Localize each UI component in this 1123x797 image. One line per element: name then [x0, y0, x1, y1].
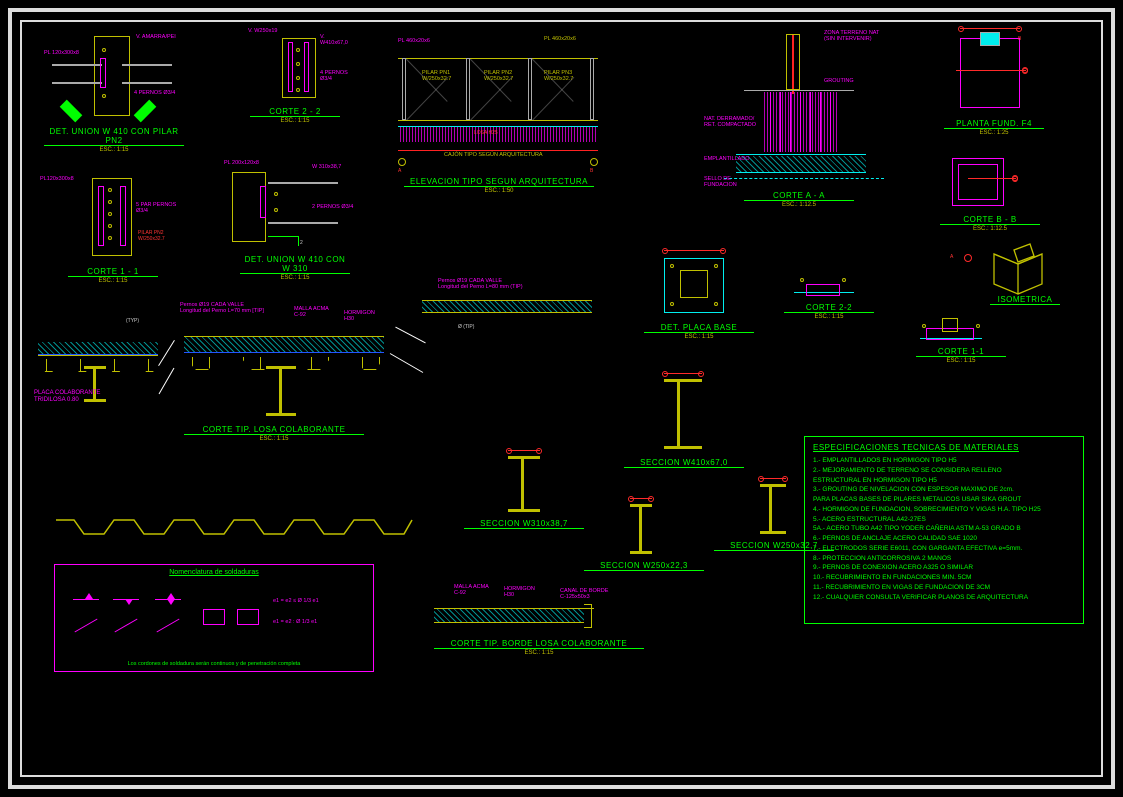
spec-line: 11.- RECUBRIMIENTO EN VIGAS DE FUNDACION… [813, 583, 1075, 593]
title-corte-b-b: CORTE B - B [940, 215, 1040, 225]
title-corte-2-2: CORTE 2 - 2 [250, 107, 340, 117]
detail-isometrica: A ISOMETRICA [984, 240, 1074, 296]
spec-line: 5.- ACERO ESTRUCTURAL A42-27ES [813, 515, 1075, 525]
title-placa-base: DET. PLACA BASE [644, 323, 754, 333]
spec-line: 7.- ELECTRODOS SERIE E6011, CON GARGANTA… [813, 544, 1075, 554]
scale-corte-b-b: ESC.: 1:12.5 [940, 226, 1040, 232]
scale-corte-1-1b: ESC.: 1:15 [916, 358, 1006, 364]
weld-box-title: Nomenclatura de soldaduras [55, 569, 373, 576]
scale-corte-a-a: ESC.: 1:12.5 [744, 202, 854, 208]
title-corte-1-1a: CORTE 1 - 1 [68, 267, 158, 277]
title-sec-w250a: SECCION W250x22,3 [584, 561, 704, 571]
spec-line: 8.- PROTECCION ANTICORROSIVA 2 MANOS [813, 554, 1075, 564]
scale-planta-fund: ESC.: 1:25 [944, 130, 1044, 136]
ann-malla: MALLA ACMAC-92 [294, 306, 329, 318]
ann-canal-borde: CANAL DE BORDEC-125x50x3 [560, 588, 608, 600]
weld-nomenclature-box: Nomenclatura de soldaduras e1 = e2 ≤ Ø 1… [54, 564, 374, 672]
title-sec-w410: SECCION W410x67,0 [624, 458, 744, 468]
scale-corte-1-1a: ESC.: 1:15 [68, 278, 158, 284]
spec-line: 9.- PERNOS DE CONEXION ACERO A325 O SIMI… [813, 563, 1075, 573]
spec-box: ESPECIFICACIONES TECNICAS DE MATERIALES … [804, 436, 1084, 624]
title-corte-losa: CORTE TIP. LOSA COLABORANTE [184, 425, 364, 435]
title-elev-arq: ELEVACION TIPO SEGUN ARQUITECTURA [404, 177, 594, 187]
spec-line: 5A.- ACERO TUBO A42 TIPO YODER CAÑERIA A… [813, 524, 1075, 534]
scale-corte-2-2b: ESC.: 1:15 [784, 314, 874, 320]
scale-corte-2-2: ESC.: 1:15 [250, 118, 340, 124]
spec-line: 1.- EMPLANTILLADOS EN HORMIGON TIPO H5 [813, 456, 1075, 466]
detail-deck-profile [54, 514, 414, 545]
title-det-union-310: DET. UNION W 410 CON W 310 [240, 255, 350, 274]
title-sec-w310: SECCION W310x38,7 [464, 519, 584, 529]
spec-line: 3.- GROUTING DE NIVELACION CON ESPESOR M… [813, 485, 1075, 495]
title-det-union-pn2: DET. UNION W 410 CON PILAR PN2 [44, 127, 184, 146]
spec-line: 12.- CUALQUIER CONSULTA VERIFICAR PLANOS… [813, 593, 1075, 603]
spec-line: 10.- RECUBRIMIENTO EN FUNDACIONES MIN. 5… [813, 573, 1075, 583]
scale-corte-losa: ESC.: 1:15 [184, 436, 364, 442]
title-corte-a-a: CORTE A - A [744, 191, 854, 201]
weld-box-note: Los cordones de soldadura serán continuo… [55, 661, 373, 667]
spec-line: 6.- PERNOS DE ANCLAJE ACERO CALIDAD SAE … [813, 534, 1075, 544]
spec-line: ESTRUCTURAL EN HORMIGON TIPO H5 [813, 476, 1075, 486]
title-corte-1-1b: CORTE 1-1 [916, 347, 1006, 357]
scale-det-union-pn2: ESC.: 1:15 [44, 147, 184, 153]
spec-line: 2.- MEJORAMIENTO DE TERRENO SE CONSIDERA… [813, 466, 1075, 476]
ann-v-amarra: V. AMARRA/PEI [136, 34, 176, 40]
drawing-canvas: V. AMARRA/PEI PL 120x300x8 4 PERNOS Ø3/4… [24, 24, 1099, 773]
spec-title: ESPECIFICACIONES TECNICAS DE MATERIALES [813, 443, 1075, 452]
ann-placa-colab: PLACA COLABORANTETRIDILOSA 0.80 [34, 390, 100, 403]
spec-line: PARA PLACAS BASES DE PILARES METALICOS U… [813, 495, 1075, 505]
spec-lines: 1.- EMPLANTILLADOS EN HORMIGON TIPO H52.… [813, 456, 1075, 602]
title-corte-2-2b: CORTE 2-2 [784, 303, 874, 313]
scale-corte-borde: ESC.: 1:15 [434, 650, 644, 656]
ann-hormigon: HORMIGONH30 [344, 310, 375, 322]
spec-line: 4.- HORMIGON DE FUNDACION, SOBRECIMIENTO… [813, 505, 1075, 515]
ann-perno-valle: Pernos Ø19 CADA VALLELongitud del Perno … [180, 302, 264, 314]
title-isometrica: ISOMETRICA [990, 295, 1060, 305]
scale-placa-base: ESC.: 1:15 [644, 334, 754, 340]
scale-det-union-310: ESC.: 1:15 [240, 275, 350, 281]
scale-elev-arq: ESC.: 1:50 [404, 188, 594, 194]
title-corte-borde: CORTE TIP. BORDE LOSA COLABORANTE [434, 639, 644, 649]
title-planta-fund: PLANTA FUND. F4 [944, 119, 1044, 129]
